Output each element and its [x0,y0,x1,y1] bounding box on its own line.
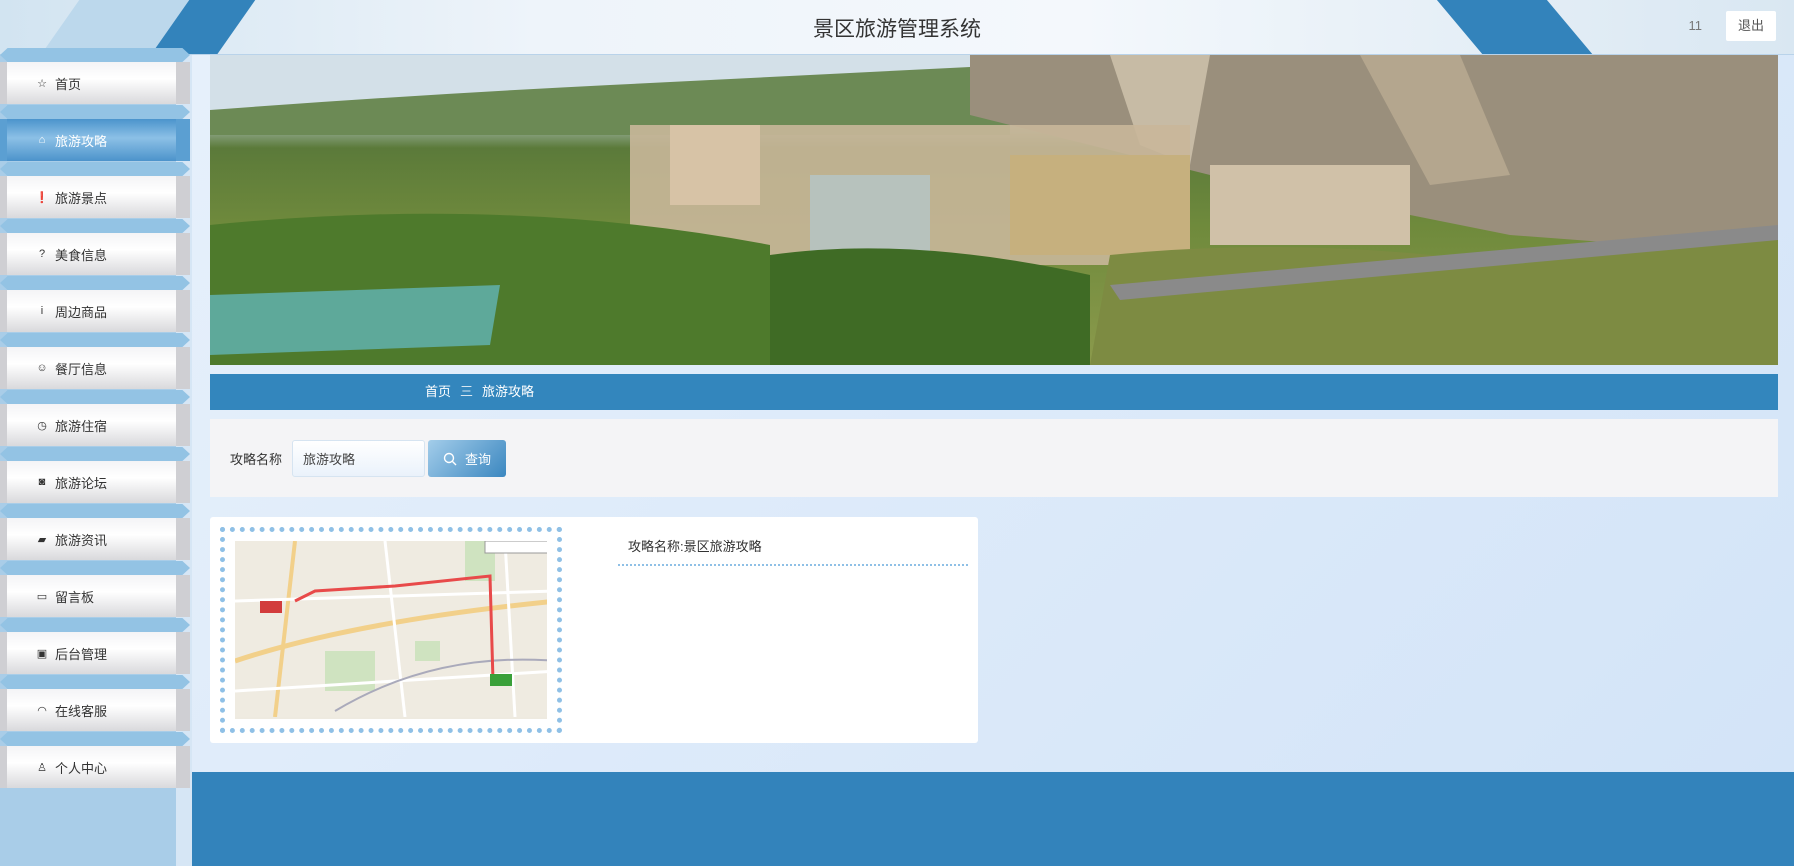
sidebar-item-body: ♙ 个人中心 [7,746,176,788]
sidebar-item-4[interactable]: i 周边商品 [0,290,190,332]
sidebar-item-body: ◷ 旅游住宿 [7,404,176,446]
sidebar-item-label: 周边商品 [55,304,108,320]
footer [192,772,1794,866]
banner-carousel[interactable] [210,55,1778,365]
strategy-name[interactable]: 攻略名称:景区旅游攻略 [628,536,762,555]
sidebar-item-body: i 周边商品 [7,290,176,332]
sidebar-item-8[interactable]: ▰ 旅游资讯 [0,518,190,560]
sidebar-separator [0,504,190,518]
sidebar-item-body: ◠ 在线客服 [7,689,176,731]
user-icon: ♙ [37,761,47,774]
sidebar-separator [0,276,190,290]
sidebar-item-label: 旅游论坛 [55,475,108,491]
strategy-image-frame [220,527,562,733]
sidebar-separator [0,447,190,461]
question-circle-icon: ? [38,248,46,260]
star-icon: ☆ [37,77,47,90]
sidebar-separator [0,561,190,575]
sidebar-item-label: 在线客服 [55,703,108,719]
sidebar-item-3[interactable]: ? 美食信息 [0,233,190,275]
divider [618,564,968,566]
breadcrumb-separator: 三 [460,384,474,399]
breadcrumb-current: 旅游攻略 [482,384,535,399]
sidebar-item-body: ⌂ 旅游攻略 [7,119,176,161]
car-icon: ▰ [37,533,47,546]
header: 景区旅游管理系统 11 退出 [0,0,1794,55]
sidebar-item-5[interactable]: ☺ 餐厅信息 [0,347,190,389]
sidebar: ☆ 首页 ⌂ 旅游攻略 ❗ 旅游景点? 美食信息 i 周边商品 ☺ 餐厅信息 ◷ 旅游住宿 ◙ 旅游论坛 ▰ 旅… [0,48,192,866]
sidebar-item-6[interactable]: ◷ 旅游住宿 [0,404,190,446]
strategy-card[interactable]: 攻略名称:景区旅游攻略 [210,517,978,743]
sidebar-separator [0,48,190,62]
info-circle-icon: i [40,305,44,317]
search-button[interactable]: 查询 [428,440,506,477]
breadcrumb-home[interactable]: 首页 [425,384,451,399]
bag-icon: ⌂ [38,134,46,146]
camera-icon: ◙ [38,476,46,488]
video-icon: ▭ [36,590,48,603]
sidebar-item-9[interactable]: ▭ 留言板 [0,575,190,617]
sidebar-separator [0,618,190,632]
sidebar-separator [0,333,190,347]
sidebar-item-label: 旅游景点 [55,190,108,206]
sidebar-item-1[interactable]: ⌂ 旅游攻略 [0,119,190,161]
exclamation-circle-icon: ❗ [35,191,49,204]
sidebar-item-label: 后台管理 [55,646,108,662]
sidebar-item-body: ☆ 首页 [7,62,176,104]
app-title: 景区旅游管理系统 [813,18,981,41]
search-icon [443,452,457,465]
clock-icon: ◷ [37,419,47,432]
sidebar-item-body: ▰ 旅游资讯 [7,518,176,560]
sidebar-item-2[interactable]: ❗ 旅游景点 [0,176,190,218]
sidebar-separator [0,162,190,176]
sidebar-item-label: 首页 [55,76,82,92]
sidebar-item-label: 留言板 [55,589,95,605]
search-panel: 攻略名称 查询 [210,419,1778,497]
sidebar-item-body: ❗ 旅游景点 [7,176,176,218]
sidebar-item-body: ☺ 餐厅信息 [7,347,176,389]
logout-button[interactable]: 退出 [1726,11,1776,41]
sidebar-item-label: 美食信息 [55,247,108,263]
sidebar-separator [0,105,190,119]
search-label: 攻略名称 [230,452,283,467]
username: 11 [1688,18,1703,33]
sidebar-item-0[interactable]: ☆ 首页 [0,62,190,104]
sidebar-item-10[interactable]: ▣ 后台管理 [0,632,190,674]
sidebar-item-7[interactable]: ◙ 旅游论坛 [0,461,190,503]
strategy-name-input[interactable] [292,440,425,477]
sidebar-item-label: 旅游资讯 [55,532,108,548]
sidebar-item-body: ▭ 留言板 [7,575,176,617]
search-button-label: 查询 [464,452,491,467]
sidebar-separator [0,732,190,746]
sidebar-separator [0,675,190,689]
briefcase-icon: ▣ [36,647,48,660]
sidebar-item-label: 旅游攻略 [55,133,108,149]
sidebar-item-label: 旅游住宿 [55,418,108,434]
sidebar-item-body: ? 美食信息 [7,233,176,275]
sidebar-item-body: ▣ 后台管理 [7,632,176,674]
headset-icon: ◠ [37,704,47,717]
sidebar-item-body: ◙ 旅游论坛 [7,461,176,503]
sidebar-item-11[interactable]: ◠ 在线客服 [0,689,190,731]
strategy-map-image [235,541,547,719]
sidebar-item-12[interactable]: ♙ 个人中心 [0,746,190,788]
sidebar-separator [0,219,190,233]
sidebar-item-label: 餐厅信息 [55,361,108,377]
sidebar-item-label: 个人中心 [55,760,108,776]
smile-icon: ☺ [36,362,48,374]
banner-image [210,55,1778,365]
breadcrumb: 首页三旅游攻略 [210,374,1778,410]
sidebar-separator [0,390,190,404]
